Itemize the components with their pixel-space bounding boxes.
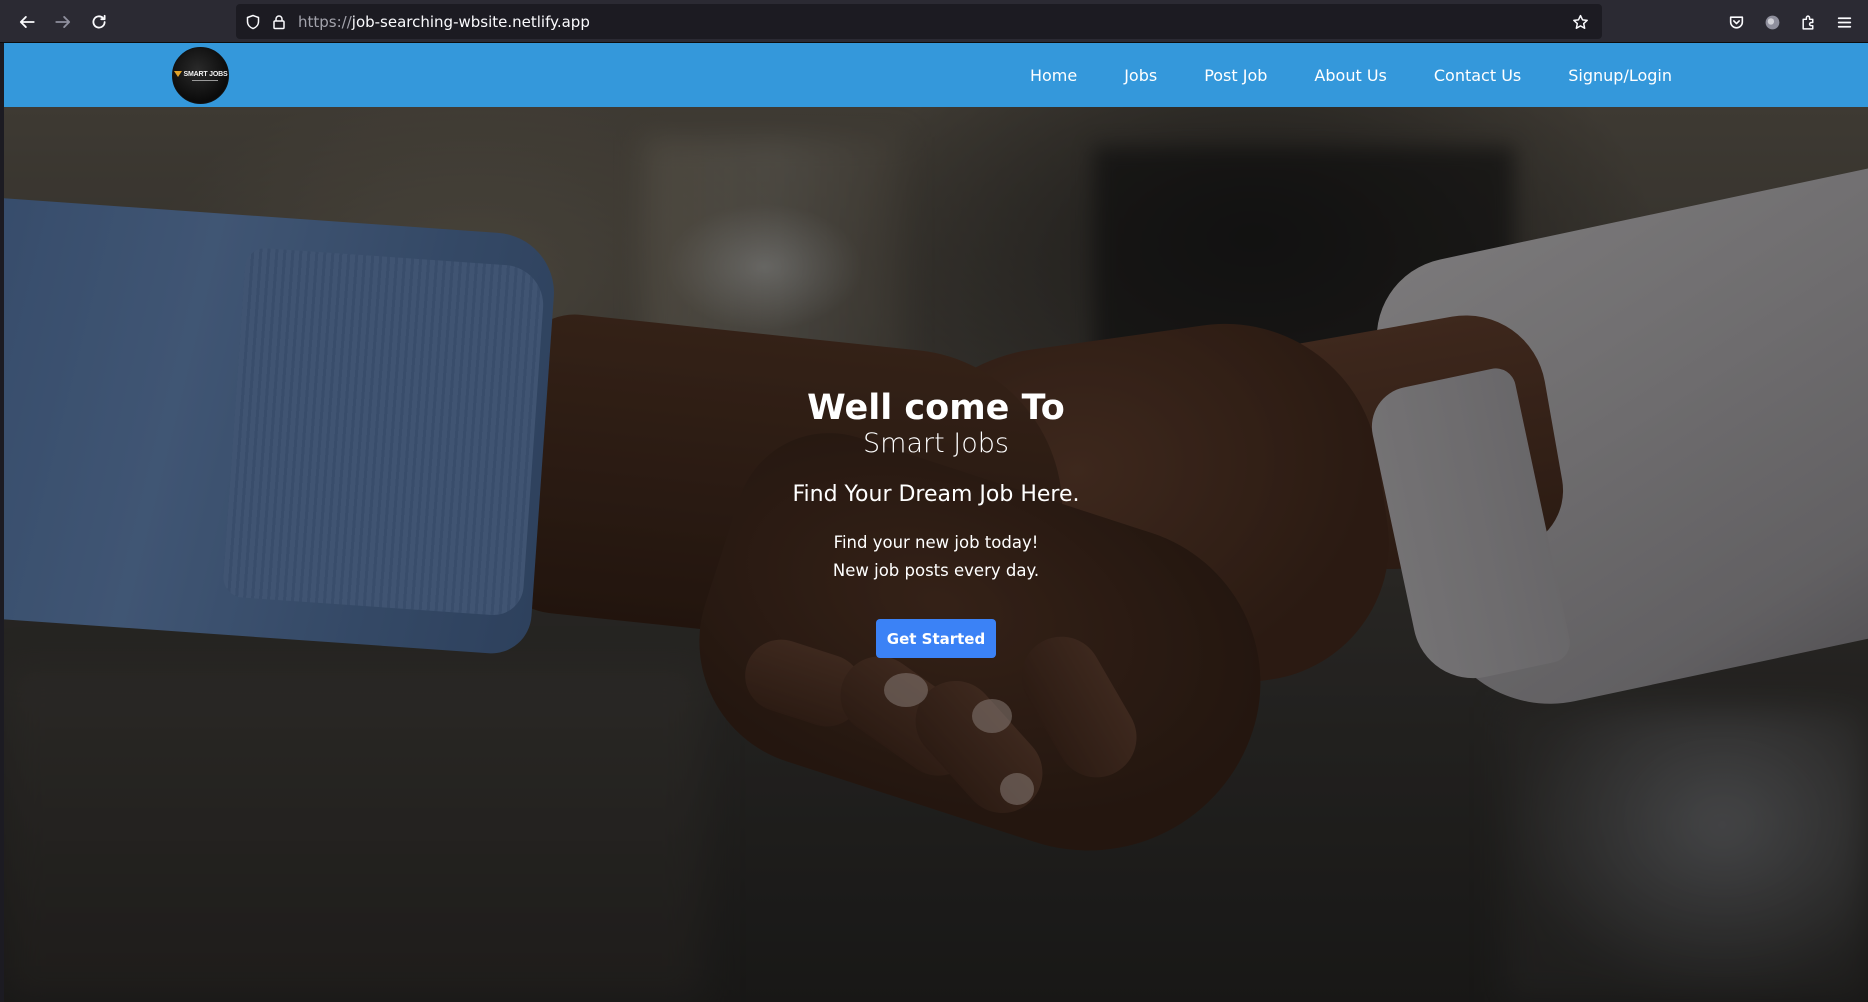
lock-icon <box>273 14 285 29</box>
star-icon <box>1572 14 1588 29</box>
forward-button[interactable] <box>45 4 81 40</box>
url-bar[interactable]: https://job-searching-wbsite.netlify.app <box>236 4 1602 39</box>
account-button[interactable] <box>1754 4 1790 40</box>
hero-title: Well come To <box>807 388 1065 428</box>
logo-mark: SMART JOBS <box>173 70 228 78</box>
hero-text-line-2: New job posts every day. <box>832 561 1040 580</box>
forward-arrow-icon <box>55 16 71 28</box>
pocket-button[interactable] <box>1718 4 1754 40</box>
url-scheme: https:// <box>298 12 352 31</box>
browser-toolbar: https://job-searching-wbsite.netlify.app <box>0 0 1868 43</box>
logo-chevron-icon <box>173 71 182 77</box>
logo-text: SMART JOBS <box>183 70 228 78</box>
smart-jobs-logo[interactable]: SMART JOBS <box>172 47 229 104</box>
site-security-button[interactable] <box>266 9 292 35</box>
extensions-button[interactable] <box>1790 4 1826 40</box>
puzzle-icon <box>1801 14 1813 30</box>
hero-section: Well come To Smart Jobs Find Your Dream … <box>4 107 1868 1002</box>
bookmark-button[interactable] <box>1566 8 1594 36</box>
hero-text-line-1: Find your new job today! <box>833 533 1039 552</box>
hero-tagline: Find Your Dream Job Here. <box>792 482 1080 507</box>
site-navbar: SMART JOBS Home Jobs Post Job About Us C… <box>4 43 1868 107</box>
nav-link-home[interactable]: Home <box>1030 66 1077 85</box>
tracking-protection-button[interactable] <box>240 9 266 35</box>
nav-link-about-us[interactable]: About Us <box>1314 66 1386 85</box>
toolbar-right <box>1718 4 1862 40</box>
url-text[interactable]: https://job-searching-wbsite.netlify.app <box>298 13 590 31</box>
logo-underline <box>191 79 218 81</box>
hamburger-menu-icon <box>1837 16 1851 28</box>
nav-link-signup-login[interactable]: Signup/Login <box>1568 66 1672 85</box>
app-menu-button[interactable] <box>1826 4 1862 40</box>
url-host: job-searching-wbsite.netlify.app <box>351 12 590 31</box>
get-started-button[interactable]: Get Started <box>876 619 996 658</box>
nav-link-post-job[interactable]: Post Job <box>1204 66 1267 85</box>
hero-content: Well come To Smart Jobs Find Your Dream … <box>4 107 1868 1002</box>
nav-link-jobs[interactable]: Jobs <box>1124 66 1157 85</box>
reload-icon <box>92 14 106 29</box>
pocket-icon <box>1729 15 1743 29</box>
nav-links: Home Jobs Post Job About Us Contact Us S… <box>983 43 1672 107</box>
web-page: SMART JOBS Home Jobs Post Job About Us C… <box>4 43 1868 1002</box>
nav-link-contact-us[interactable]: Contact Us <box>1434 66 1521 85</box>
shield-icon <box>246 14 260 29</box>
account-icon <box>1765 15 1779 29</box>
hero-subtitle: Smart Jobs <box>863 428 1009 459</box>
back-arrow-icon <box>19 16 35 28</box>
reload-button[interactable] <box>81 4 117 40</box>
back-button[interactable] <box>9 4 45 40</box>
